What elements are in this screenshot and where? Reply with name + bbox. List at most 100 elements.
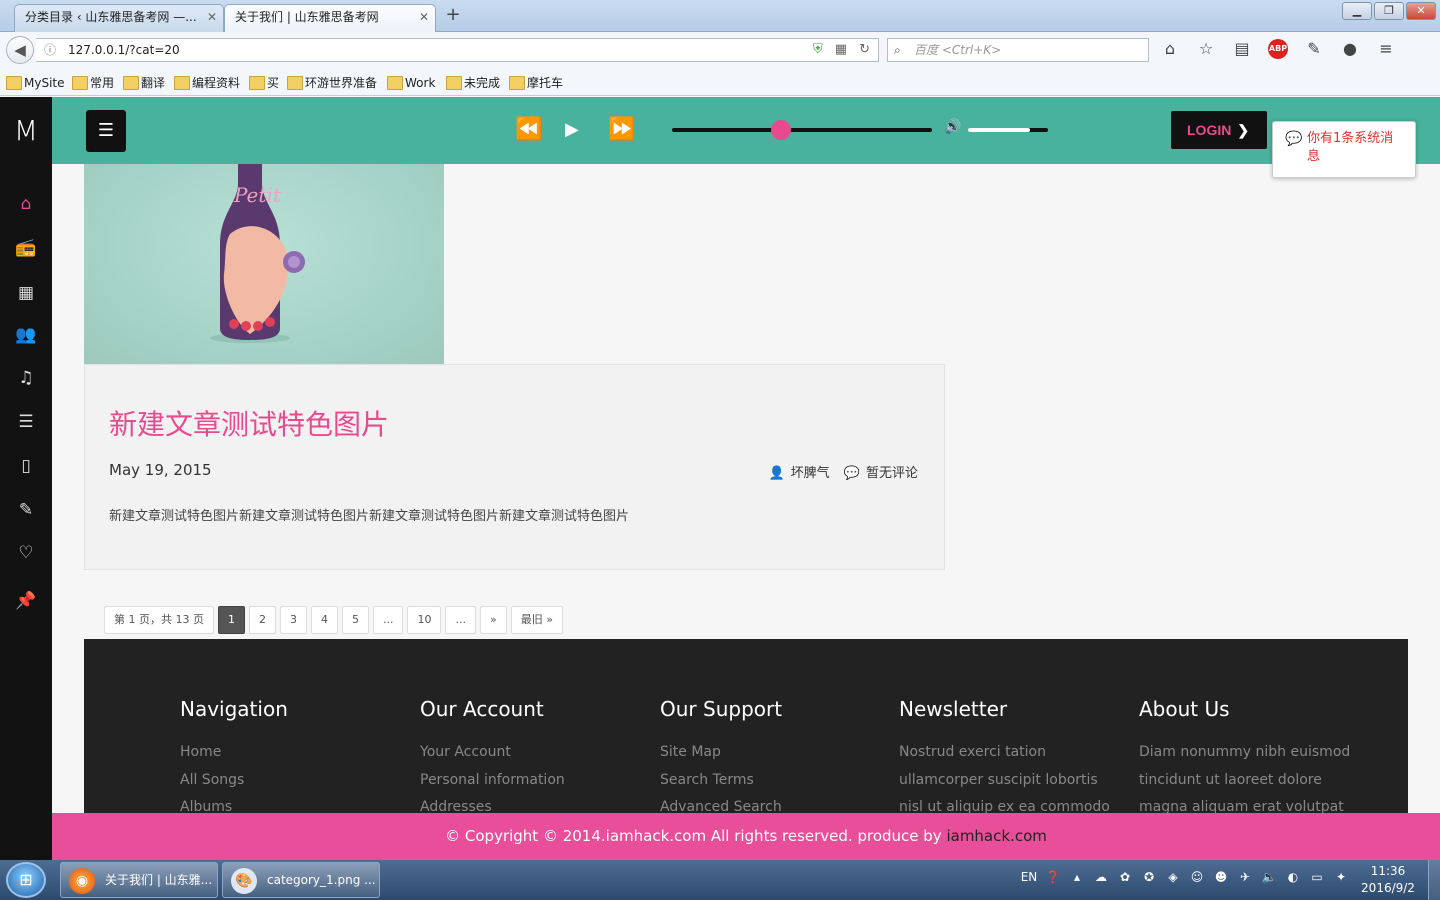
show-desktop-button[interactable] xyxy=(1428,860,1440,900)
page-link[interactable]: 5 xyxy=(341,606,369,634)
footer-column-about: About Us Diam nonummy nibh euismod tinci… xyxy=(1139,697,1350,813)
heart-icon[interactable]: ♡ xyxy=(0,539,52,567)
start-button[interactable]: ⊞ xyxy=(6,862,46,898)
bookmark-folder[interactable]: 常用 xyxy=(72,75,114,91)
bookmark-folder[interactable]: 翻译 xyxy=(123,75,165,91)
footer-link[interactable]: Home xyxy=(180,739,288,767)
footer-link[interactable]: Personal information xyxy=(420,767,565,795)
site-logo[interactable]: M xyxy=(0,97,52,164)
taskbar-item-firefox[interactable]: ◉ 关于我们 | 山东雅... xyxy=(60,862,218,898)
footer-link[interactable]: Site Map xyxy=(660,739,782,767)
bookmark-folder[interactable]: 摩托车 xyxy=(509,75,563,91)
app-tray-icon[interactable]: ◐ xyxy=(1284,870,1302,884)
page-link-current[interactable]: 1 xyxy=(217,606,245,634)
footer-link[interactable]: Advanced Search xyxy=(660,794,782,813)
bookmark-folder[interactable]: MySite xyxy=(6,75,65,91)
reading-list-icon[interactable]: ▤ xyxy=(1232,39,1252,59)
adblock-icon[interactable]: ABP xyxy=(1268,39,1288,59)
notice-text: 你有1条系统消息 xyxy=(1307,131,1394,164)
shield-icon[interactable]: ⛨ xyxy=(813,39,823,61)
users-icon[interactable]: 👥 xyxy=(0,321,52,349)
page-link[interactable]: 4 xyxy=(310,606,338,634)
pin-icon[interactable]: 📌 xyxy=(0,587,52,615)
close-tab-icon[interactable]: ✕ xyxy=(419,5,429,29)
qr-code-icon[interactable]: ▦ xyxy=(835,39,847,61)
taskbar-item-paint[interactable]: 🎨 category_1.png ... xyxy=(222,862,380,898)
network-icon[interactable]: ☁ xyxy=(1092,870,1110,884)
restore-button[interactable]: ❐ xyxy=(1374,2,1404,20)
tab-about-us[interactable]: 关于我们 | 山东雅思备考网 ✕ xyxy=(224,4,436,32)
login-button[interactable]: LOGIN ❯ xyxy=(1171,111,1267,149)
bookmark-star-icon[interactable]: ☆ xyxy=(1196,39,1216,59)
music-note-icon[interactable]: ♫ xyxy=(0,364,52,392)
radio-icon[interactable]: 📻 xyxy=(0,234,52,262)
app-tray-icon[interactable]: ✿ xyxy=(1116,870,1134,884)
footer-link[interactable]: Search Terms xyxy=(660,767,782,795)
next-page-link[interactable]: » xyxy=(479,606,507,634)
footer-link[interactable]: Addresses xyxy=(420,794,565,813)
grid-icon[interactable]: ▦ xyxy=(0,279,52,307)
rewind-icon[interactable]: ⏪ xyxy=(515,115,542,145)
back-button[interactable]: ◀ xyxy=(6,36,34,64)
footer-link[interactable]: Your Account xyxy=(420,739,565,767)
bookmark-folder[interactable]: 环游世界准备 xyxy=(287,75,377,91)
post-author[interactable]: 坏脾气 xyxy=(791,466,830,481)
qq-icon[interactable]: ☻ xyxy=(1212,870,1230,884)
home-icon[interactable]: ⌂ xyxy=(0,190,52,218)
book-icon[interactable]: ▯ xyxy=(0,452,52,480)
show-hidden-icons[interactable]: ▴ xyxy=(1068,870,1086,884)
volume-slider[interactable] xyxy=(968,128,1048,132)
display-icon[interactable]: ▭ xyxy=(1308,870,1326,884)
last-page-link[interactable]: 最旧 » xyxy=(510,606,563,634)
playlist-icon[interactable]: ☰ xyxy=(0,408,52,436)
url-bar[interactable]: ⓘ 127.0.0.1/?cat=20 ⛨ ▦ ↻ xyxy=(36,38,879,62)
info-icon[interactable]: ⓘ xyxy=(44,39,56,61)
reload-icon[interactable]: ↻ xyxy=(859,39,870,61)
volume-icon[interactable]: 🔊 xyxy=(944,119,961,135)
home-icon[interactable]: ⌂ xyxy=(1160,39,1180,59)
progress-knob[interactable] xyxy=(771,120,792,140)
app-tray-icon[interactable]: ✦ xyxy=(1332,870,1350,884)
site-header: ☰ ⏪ ▶ ⏩ 🔊 LOGIN ❯ xyxy=(52,97,1440,164)
pencil-icon[interactable]: ✎ xyxy=(0,496,52,524)
security-tray-icon[interactable]: ◈ xyxy=(1164,870,1182,884)
app-tray-icon[interactable]: ✈ xyxy=(1236,870,1254,884)
volume-icon[interactable]: 🔈 xyxy=(1260,870,1278,884)
chat-icon[interactable]: ● xyxy=(1340,39,1360,59)
bookmark-folder[interactable]: 买 xyxy=(249,75,279,91)
close-tab-icon[interactable]: ✕ xyxy=(207,5,217,29)
page-link[interactable]: 2 xyxy=(248,606,276,634)
minimize-button[interactable]: ▁ xyxy=(1342,2,1372,20)
copyright-text: © Copyright © 2014.iamhack.com All right… xyxy=(445,827,947,845)
fast-forward-icon[interactable]: ⏩ xyxy=(608,115,635,145)
taskbar-clock[interactable]: 11:36 2016/9/2 xyxy=(1356,863,1420,897)
page-link[interactable]: 3 xyxy=(279,606,307,634)
extension-icon[interactable]: ✎ xyxy=(1304,39,1324,59)
progress-slider[interactable] xyxy=(672,120,932,140)
new-tab-button[interactable]: + xyxy=(443,5,463,25)
help-icon[interactable]: ❓ xyxy=(1044,870,1062,884)
page-link[interactable]: 10 xyxy=(407,606,442,634)
post-comments[interactable]: 暂无评论 xyxy=(866,466,918,481)
system-notice-popup[interactable]: 💬 你有1条系统消息 xyxy=(1272,121,1416,178)
play-icon[interactable]: ▶ xyxy=(565,115,579,145)
menu-icon[interactable]: ≡ xyxy=(1376,39,1396,59)
close-window-button[interactable]: ✕ xyxy=(1406,2,1436,20)
user-icon: 👤 xyxy=(768,466,785,481)
footer-link[interactable]: All Songs xyxy=(180,767,288,795)
post-featured-image[interactable]: Petit xyxy=(84,164,444,364)
language-indicator[interactable]: EN xyxy=(1020,870,1038,884)
post-title[interactable]: 新建文章测试特色图片 xyxy=(109,403,389,443)
search-input[interactable]: ⌕ 百度 <Ctrl+K> xyxy=(887,38,1149,62)
copyright-link[interactable]: iamhack.com xyxy=(946,827,1046,845)
hamburger-menu-icon[interactable]: ☰ xyxy=(86,110,126,152)
bookmark-folder[interactable]: Work xyxy=(387,75,435,91)
footer-link[interactable]: Albums xyxy=(180,794,288,813)
bookmark-folder[interactable]: 编程资料 xyxy=(174,75,240,91)
bottle-label: Petit xyxy=(233,183,282,207)
search-icon: ⌕ xyxy=(894,43,901,57)
bookmark-folder[interactable]: 未完成 xyxy=(446,75,500,91)
tab-category[interactable]: 分类目录 ‹ 山东雅思备考网 —... ✕ xyxy=(14,4,224,32)
app-tray-icon[interactable]: ✪ xyxy=(1140,870,1158,884)
qq-icon[interactable]: ☺ xyxy=(1188,870,1206,884)
